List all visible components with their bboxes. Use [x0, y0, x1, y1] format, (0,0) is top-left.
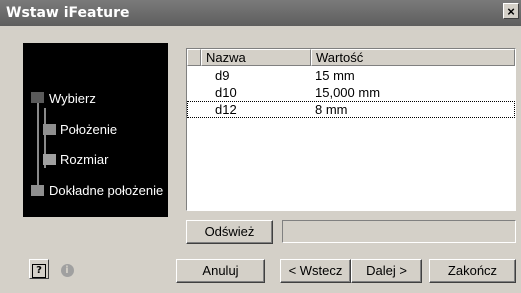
- cancel-button[interactable]: Anuluj: [176, 259, 265, 283]
- step-node-exact-placement: [31, 185, 44, 196]
- info-icon: i: [60, 264, 74, 277]
- info-button[interactable]: i: [57, 259, 77, 279]
- tree-line-vertical: [37, 98, 39, 190]
- row-selector-header: [187, 49, 201, 66]
- next-button[interactable]: Dalej >: [351, 259, 422, 283]
- cell-value[interactable]: 8 mm: [315, 101, 348, 118]
- help-icon: ?: [32, 264, 46, 278]
- cell-name: d10: [215, 85, 237, 100]
- back-button[interactable]: < Wstecz: [280, 259, 351, 283]
- cell-value[interactable]: 15 mm: [315, 67, 355, 84]
- step-label-select[interactable]: Wybierz: [49, 91, 164, 106]
- step-label-placement[interactable]: Położenie: [60, 122, 165, 137]
- cell-value[interactable]: 15,000 mm: [315, 84, 380, 101]
- refresh-status-field: [282, 220, 516, 243]
- cell-name: d9: [215, 68, 230, 83]
- step-label-exact-placement[interactable]: Dokładne położenie: [49, 183, 168, 198]
- refresh-button[interactable]: Odśwież: [186, 220, 273, 244]
- title-bar: Wstaw iFeature ×: [0, 0, 521, 26]
- close-button[interactable]: ×: [503, 3, 519, 19]
- finish-button[interactable]: Zakończ: [429, 259, 516, 283]
- table-header: Nazwa Wartość: [187, 49, 515, 66]
- help-button[interactable]: ?: [29, 259, 49, 279]
- parameter-table[interactable]: Nazwa Wartość d9 15 mm d10 15,000 mm d12…: [186, 48, 516, 211]
- column-header-value[interactable]: Wartość: [311, 49, 515, 66]
- table-row[interactable]: d12 8 mm: [187, 101, 515, 118]
- cell-name: d12: [215, 102, 237, 117]
- step-node-size: [43, 154, 56, 165]
- step-label-size[interactable]: Rozmiar: [60, 152, 165, 167]
- table-row[interactable]: d9 15 mm: [187, 67, 515, 84]
- column-header-name[interactable]: Nazwa: [201, 49, 311, 66]
- step-node-placement: [43, 124, 56, 135]
- window-title: Wstaw iFeature: [6, 5, 130, 21]
- step-node-select: [31, 92, 44, 103]
- step-navigator: Wybierz Położenie Rozmiar Dokładne położ…: [23, 43, 168, 217]
- table-row[interactable]: d10 15,000 mm: [187, 84, 515, 101]
